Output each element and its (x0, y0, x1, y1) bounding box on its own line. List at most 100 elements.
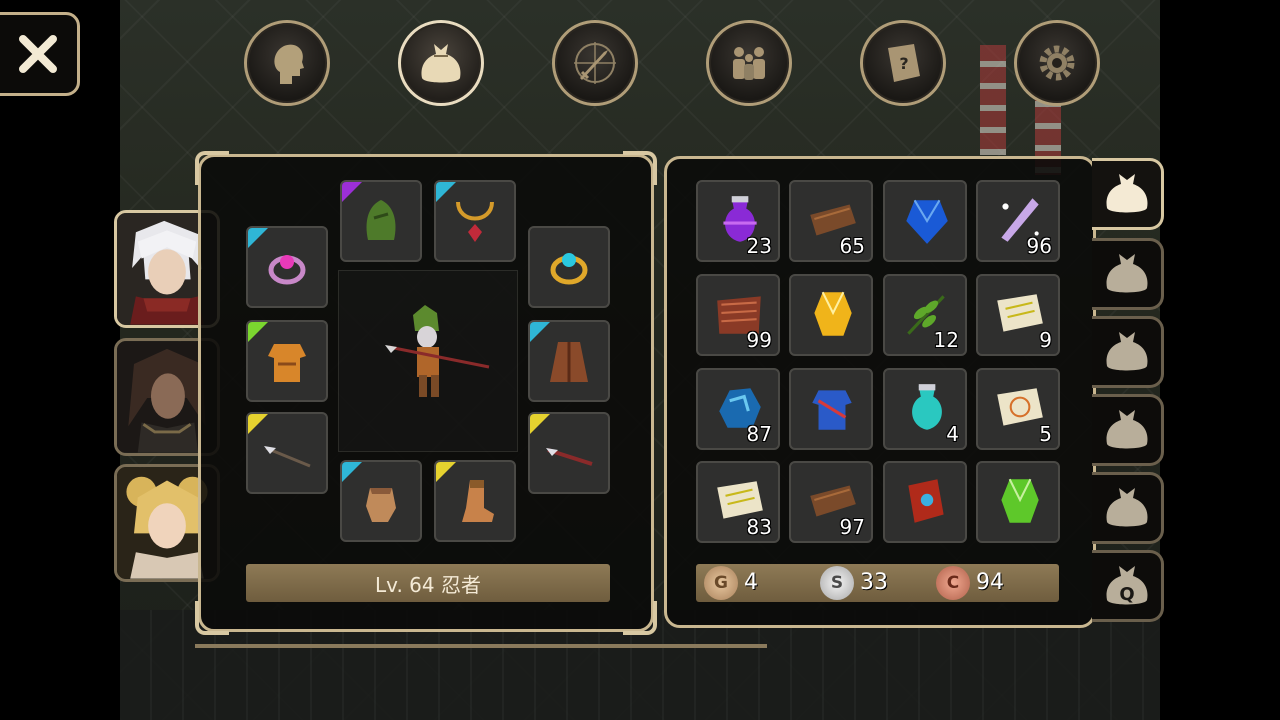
gear-icon (1039, 45, 1075, 81)
blue-gem-icon (906, 199, 948, 244)
red-spear-icon (546, 448, 593, 466)
class-level-label: Lv. 64 忍者 (246, 564, 610, 602)
item-quantity: 96 (1026, 234, 1052, 258)
rarity-marker (530, 414, 550, 434)
equip-slot-armor[interactable] (246, 320, 328, 402)
bag-icon (1106, 332, 1147, 371)
boots-icon (462, 480, 494, 522)
bag-tab-1[interactable] (1092, 158, 1164, 230)
rarity-marker (436, 462, 456, 482)
blue-armor-icon (812, 390, 852, 430)
gold-ring-icon (550, 253, 588, 285)
inventory-slot[interactable] (976, 461, 1060, 543)
inventory-slot[interactable]: 4 (883, 368, 967, 450)
nav-party-button[interactable] (706, 20, 792, 106)
item-quantity: 5 (1039, 422, 1052, 446)
item-quantity: 99 (746, 328, 772, 352)
brown-cloak-icon (550, 342, 588, 382)
copper-amount: 94 (976, 570, 1004, 595)
inventory-slot[interactable]: 87 (696, 368, 780, 450)
bag-tab-label: Q (1119, 584, 1134, 605)
inventory-slot[interactable]: 12 (883, 274, 967, 356)
inventory-slot[interactable]: 83 (696, 461, 780, 543)
bag-tab-5[interactable] (1092, 472, 1164, 544)
character-preview (338, 270, 518, 452)
nav-quests-button[interactable]: ? (860, 20, 946, 106)
equip-slot-ring-right[interactable] (528, 226, 610, 308)
inventory-slot[interactable]: 23 (696, 180, 780, 262)
gold-amount: 4 (744, 570, 758, 595)
svg-text:?: ? (899, 54, 908, 73)
bag-tab-4[interactable] (1092, 394, 1164, 466)
bag-icon (1106, 488, 1147, 527)
equip-slot-helmet[interactable] (340, 180, 422, 262)
rarity-marker (248, 228, 268, 248)
inventory-slot[interactable]: 97 (789, 461, 873, 543)
yellow-gem-icon (814, 291, 852, 336)
equip-slot-necklace[interactable] (434, 180, 516, 262)
inventory-slot[interactable]: 5 (976, 368, 1060, 450)
quest-scroll-icon: ? (888, 44, 920, 82)
head-icon (274, 44, 304, 84)
bag-tab-2[interactable] (1092, 238, 1164, 310)
gloves-icon (366, 488, 396, 522)
rarity-marker (342, 182, 362, 202)
rarity-marker (530, 322, 550, 342)
equip-slot-cloak[interactable] (528, 320, 610, 402)
silver-amount: 33 (860, 570, 888, 595)
bag-icon (1106, 410, 1147, 449)
item-quantity: 65 (839, 234, 865, 258)
rarity-marker (248, 414, 268, 434)
green-hood-icon (366, 200, 396, 240)
gold-coin-icon: G (704, 566, 738, 600)
equip-slot-ring-left[interactable] (246, 226, 328, 308)
bag-tab-6[interactable]: Q (1092, 550, 1164, 622)
item-quantity: 4 (946, 422, 959, 446)
red-book-icon (908, 479, 944, 523)
spear-icon (264, 446, 311, 468)
green-gem-icon (1001, 478, 1039, 523)
bag-icon (1106, 174, 1147, 213)
item-quantity: 12 (933, 328, 959, 352)
inventory-slot[interactable]: 9 (976, 274, 1060, 356)
inventory-slot[interactable]: 96 (976, 180, 1060, 262)
ruby-necklace-icon (456, 201, 494, 242)
nav-profile-button[interactable] (244, 20, 330, 106)
orange-armor-icon (268, 344, 306, 382)
copper-coin-icon: C (936, 566, 970, 600)
silver-coin-icon: S (820, 566, 854, 600)
nav-skills-button[interactable] (552, 20, 638, 106)
rarity-marker (436, 182, 456, 202)
bag-icon (1106, 254, 1147, 293)
panel-corner (195, 151, 229, 185)
bag-icon (421, 44, 461, 83)
equip-slot-main-weapon[interactable] (246, 412, 328, 494)
party-icon (733, 47, 765, 80)
equip-slot-boots[interactable] (434, 460, 516, 542)
character-sprite (385, 305, 490, 397)
item-quantity: 87 (746, 422, 772, 446)
nav-settings-button[interactable] (1014, 20, 1100, 106)
nav-bag-button[interactable] (398, 20, 484, 106)
sword-compass-icon (574, 42, 616, 84)
bag-tab-3[interactable] (1092, 316, 1164, 388)
rarity-marker (342, 462, 362, 482)
equip-slot-off-weapon[interactable] (528, 412, 610, 494)
pink-ring-icon (268, 255, 306, 285)
item-quantity: 9 (1039, 328, 1052, 352)
panel-corner (623, 151, 657, 185)
inventory-slot[interactable]: 99 (696, 274, 780, 356)
inventory-slot[interactable] (883, 180, 967, 262)
item-quantity: 97 (839, 515, 865, 539)
inventory-slot[interactable] (789, 368, 873, 450)
panel-corner (623, 601, 657, 635)
inventory-slot[interactable]: 65 (789, 180, 873, 262)
item-quantity: 23 (746, 234, 772, 258)
inventory-slot[interactable] (789, 274, 873, 356)
panel-corner (195, 601, 229, 635)
top-nav: ? (0, 10, 1280, 106)
equip-slot-gloves[interactable] (340, 460, 422, 542)
inventory-slot[interactable] (883, 461, 967, 543)
rarity-marker (248, 322, 268, 342)
quest-bag-icon: Q (1106, 566, 1147, 605)
